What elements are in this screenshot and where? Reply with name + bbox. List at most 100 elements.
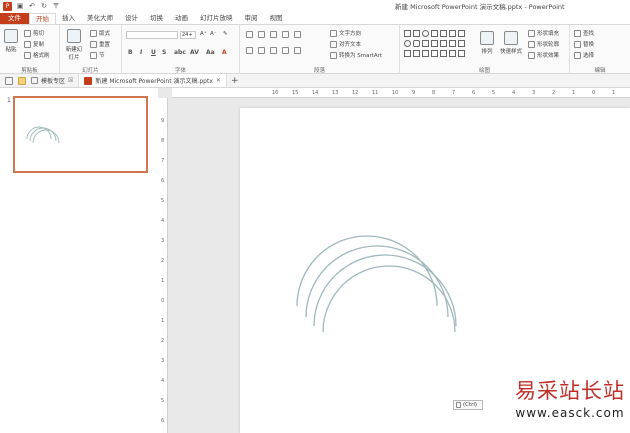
ruler-tick-label: 2 (552, 90, 556, 96)
spacing-button[interactable]: AV (190, 49, 199, 56)
rounded-rect-shape-icon[interactable] (413, 40, 420, 47)
rectangle-shape-icon[interactable] (449, 30, 456, 37)
shrink-font-button[interactable]: A⁻ (210, 31, 217, 37)
tab-review[interactable]: 审阅 (239, 13, 264, 24)
triangle-shape-icon[interactable] (422, 40, 429, 47)
redo-icon[interactable]: ↻ (40, 2, 48, 10)
vertical-ruler: 9 8 7 6 5 4 3 2 1 0 1 2 3 4 5 6 (158, 98, 168, 433)
save-icon[interactable]: ▣ (16, 2, 24, 10)
arrow-shape-icon[interactable] (449, 40, 456, 47)
italic-button[interactable]: I (140, 49, 142, 56)
more-shapes-icon[interactable] (458, 40, 465, 47)
shape-effects-button[interactable]: 形状效果 (528, 51, 559, 59)
convert-smartart-button[interactable]: 转换为 SmartArt (330, 51, 382, 59)
tab-slide-show[interactable]: 幻灯片放映 (194, 13, 239, 24)
find-button[interactable]: 查找 (574, 29, 594, 37)
arrange-button[interactable]: 排列 (480, 31, 494, 55)
align-text-button[interactable]: 对齐文本 (330, 40, 361, 48)
folder-icon[interactable] (18, 76, 26, 85)
font-name-combo[interactable] (126, 31, 178, 39)
quick-styles-button[interactable]: 快速样式 (500, 31, 522, 55)
tab-home[interactable]: 开始 (29, 13, 56, 24)
justify-button[interactable] (282, 47, 289, 54)
shadow-button[interactable]: S (162, 49, 166, 56)
brace-shape-icon[interactable] (404, 50, 411, 57)
text-direction-button[interactable]: 文字方向 (330, 29, 361, 37)
underline-button[interactable]: U (151, 49, 156, 56)
ruler-tick-label: 10 (392, 90, 399, 96)
tab-transitions[interactable]: 切换 (144, 13, 169, 24)
format-painter-button[interactable]: 格式刷 (24, 51, 50, 59)
paste-button[interactable]: 粘贴 (4, 29, 18, 53)
ruler-tick-label: 8 (161, 138, 165, 144)
increase-indent-button[interactable] (282, 31, 289, 38)
font-size-combo[interactable]: 24+ (180, 31, 196, 39)
numbering-button[interactable] (258, 31, 265, 38)
slide-thumbnail[interactable] (13, 96, 148, 173)
close-icon[interactable]: ✕ (216, 77, 221, 84)
reset-button[interactable]: 重置 (90, 40, 110, 48)
align-right-button[interactable] (270, 47, 277, 54)
section-button[interactable]: 节 (90, 51, 105, 59)
brush-icon (24, 51, 31, 59)
rectangle-shape-icon[interactable] (458, 30, 465, 37)
align-right-icon (270, 47, 277, 54)
new-slide-button[interactable]: 新建幻灯片 (65, 29, 83, 61)
tab-design[interactable]: 设计 (119, 13, 144, 24)
customize-qat-icon[interactable]: 〒 (52, 2, 60, 10)
align-text-icon (330, 40, 337, 48)
replace-button[interactable]: 替换 (574, 40, 594, 48)
paste-options-badge[interactable]: (Ctrl) (453, 400, 483, 410)
line-shape-icon[interactable] (440, 30, 447, 37)
align-left-icon (246, 47, 253, 54)
text-box-shape-icon[interactable] (404, 30, 411, 37)
copy-button[interactable]: 复制 (24, 40, 44, 48)
trapezoid-shape-icon[interactable] (431, 40, 438, 47)
callout-shape-icon[interactable] (431, 50, 438, 57)
ruler-tick-label: 1 (161, 278, 165, 284)
align-left-button[interactable] (246, 47, 253, 54)
tab-view[interactable]: 视图 (264, 13, 289, 24)
shape-fill-button[interactable]: 形状填充 (528, 29, 559, 37)
section-icon (90, 51, 97, 59)
close-icon[interactable]: ☒ (68, 77, 73, 84)
arrow-shape-icon[interactable] (440, 40, 447, 47)
arc-shape-icon[interactable] (440, 50, 447, 57)
tab-beautify-master[interactable]: 美化大师 (81, 13, 119, 24)
expand-gallery-icon[interactable] (458, 50, 465, 57)
select-button[interactable]: 选择 (574, 51, 594, 59)
doc-tab-presentation[interactable]: 新建 Microsoft PowerPoint 演示文稿.pptx ✕ (79, 74, 227, 87)
bullets-button[interactable] (246, 31, 253, 38)
cursor-icon (574, 51, 581, 59)
powerpoint-file-icon (84, 76, 93, 85)
layout-button[interactable]: 版式 (90, 29, 110, 37)
doc-tab-templates[interactable]: 模板专区 ☒ (26, 74, 80, 87)
add-tab-button[interactable]: + (227, 76, 243, 86)
cut-button[interactable]: 剪切 (24, 29, 44, 37)
curve-shape-icon[interactable] (413, 50, 420, 57)
change-case-button[interactable]: Aa (206, 49, 215, 56)
grow-font-button[interactable]: A⁺ (200, 31, 207, 37)
strikethrough-button[interactable]: abc (174, 49, 186, 56)
new-document-icon[interactable] (5, 76, 13, 85)
font-color-button[interactable]: A (222, 49, 227, 56)
align-center-button[interactable] (258, 47, 265, 54)
oval-shape-icon[interactable] (422, 30, 429, 37)
tab-file[interactable]: 文件 (0, 13, 29, 24)
undo-icon[interactable]: ↶ (28, 2, 36, 10)
outline-pen-icon (528, 40, 535, 48)
shape-outline-button[interactable]: 形状轮廓 (528, 40, 559, 48)
rectangle-shape-icon[interactable] (413, 30, 420, 37)
tab-insert[interactable]: 插入 (56, 13, 81, 24)
tab-animations[interactable]: 动画 (169, 13, 194, 24)
wave-shape-icon[interactable] (449, 50, 456, 57)
decrease-indent-button[interactable] (270, 31, 277, 38)
line-spacing-button[interactable] (294, 31, 301, 38)
star-shape-icon[interactable] (422, 50, 429, 57)
columns-button[interactable] (294, 47, 301, 54)
oval-shape-icon[interactable] (404, 40, 411, 47)
clear-format-icon[interactable]: ✎ (223, 31, 228, 37)
bold-button[interactable]: B (128, 49, 133, 56)
line-shape-icon[interactable] (431, 30, 438, 37)
shapes-gallery[interactable] (404, 30, 466, 64)
